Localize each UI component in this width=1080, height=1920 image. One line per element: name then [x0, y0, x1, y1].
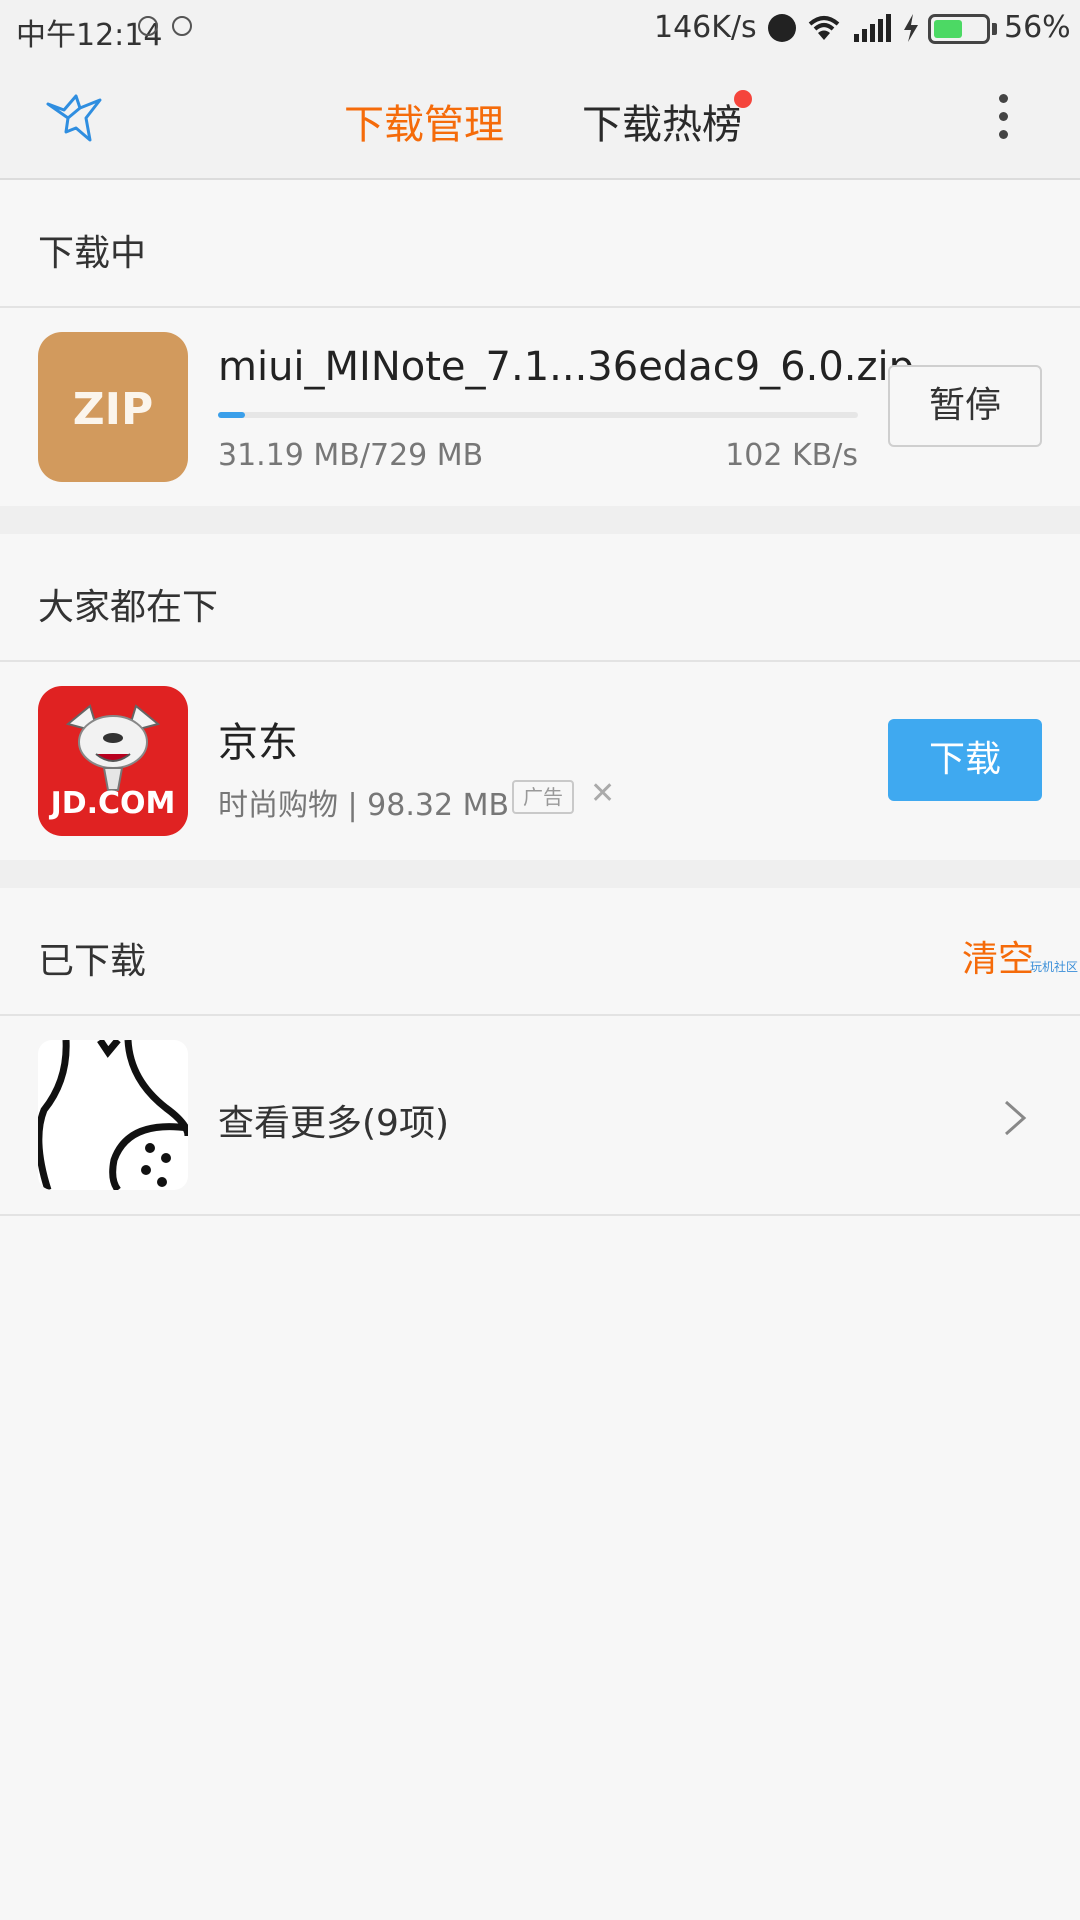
download-size: 31.19 MB/729 MB — [218, 438, 484, 473]
ad-badge: 广告 — [512, 780, 574, 814]
section-title: 下载中 — [38, 233, 147, 274]
status-bar: 中午12:14 146K/s 56% — [0, 0, 1080, 58]
zip-file-icon: ZIP — [38, 332, 188, 482]
bear-illustration-icon — [38, 1040, 188, 1190]
close-icon[interactable]: ✕ — [590, 776, 615, 811]
section-popular: 大家都在下 — [0, 534, 1080, 662]
download-item[interactable]: ZIP miui_MINote_7.1...36edac9_6.0.zip 31… — [0, 308, 1080, 506]
file-name: miui_MINote_7.1...36edac9_6.0.zip — [218, 344, 914, 390]
zip-icon-label: ZIP — [72, 384, 154, 435]
notification-icon — [138, 16, 158, 36]
recommended-app-item[interactable]: JD.COM 京东 时尚购物 | 98.32 MB 广告 ✕ 下载 — [0, 662, 1080, 860]
more-vertical-icon[interactable] — [996, 94, 1010, 142]
charging-icon — [904, 14, 918, 42]
battery-level — [934, 20, 962, 38]
download-button[interactable]: 下载 — [888, 719, 1042, 801]
section-divider — [0, 860, 1080, 888]
section-downloaded: 已下载 清空 玩机社区 — [0, 888, 1080, 1016]
watermark: 玩机社区 — [1030, 960, 1079, 974]
view-more-item[interactable]: 查看更多(9项) — [0, 1016, 1080, 1216]
app-meta: 时尚购物 | 98.32 MB — [218, 788, 510, 823]
battery-icon — [928, 14, 990, 44]
alarm-icon — [768, 14, 796, 42]
section-title: 大家都在下 — [38, 587, 219, 628]
pause-button[interactable]: 暂停 — [888, 365, 1042, 447]
chevron-right-icon — [1005, 1100, 1027, 1136]
jd-mascot-icon — [65, 704, 161, 791]
tab-download-manager[interactable]: 下载管理 — [344, 92, 504, 150]
jd-app-icon: JD.COM — [38, 686, 188, 836]
notification-icon — [172, 16, 192, 36]
section-title: 已下载 — [38, 941, 147, 982]
status-net-speed: 146K/s — [654, 10, 757, 45]
download-speed: 102 KB/s — [725, 438, 858, 473]
notification-badge — [734, 90, 752, 108]
view-more-label: 查看更多(9项) — [218, 1103, 449, 1144]
clear-button[interactable]: 清空 — [962, 930, 1034, 982]
app-name: 京东 — [218, 720, 298, 766]
bird-icon[interactable] — [46, 88, 104, 146]
jd-icon-label: JD.COM — [50, 786, 176, 821]
wifi-icon — [808, 16, 840, 40]
battery-tip — [992, 23, 997, 35]
section-downloading: 下载中 — [0, 180, 1080, 308]
download-progress-fill — [218, 412, 246, 418]
downloaded-file-thumbnail — [38, 1040, 188, 1190]
battery-percent: 56% — [1004, 10, 1071, 45]
section-divider — [0, 506, 1080, 534]
top-toolbar: 下载管理 下载热榜 — [0, 58, 1080, 180]
signal-icon — [854, 14, 891, 42]
tab-download-ranking[interactable]: 下载热榜 — [582, 92, 742, 150]
download-progress-bar — [218, 412, 858, 418]
